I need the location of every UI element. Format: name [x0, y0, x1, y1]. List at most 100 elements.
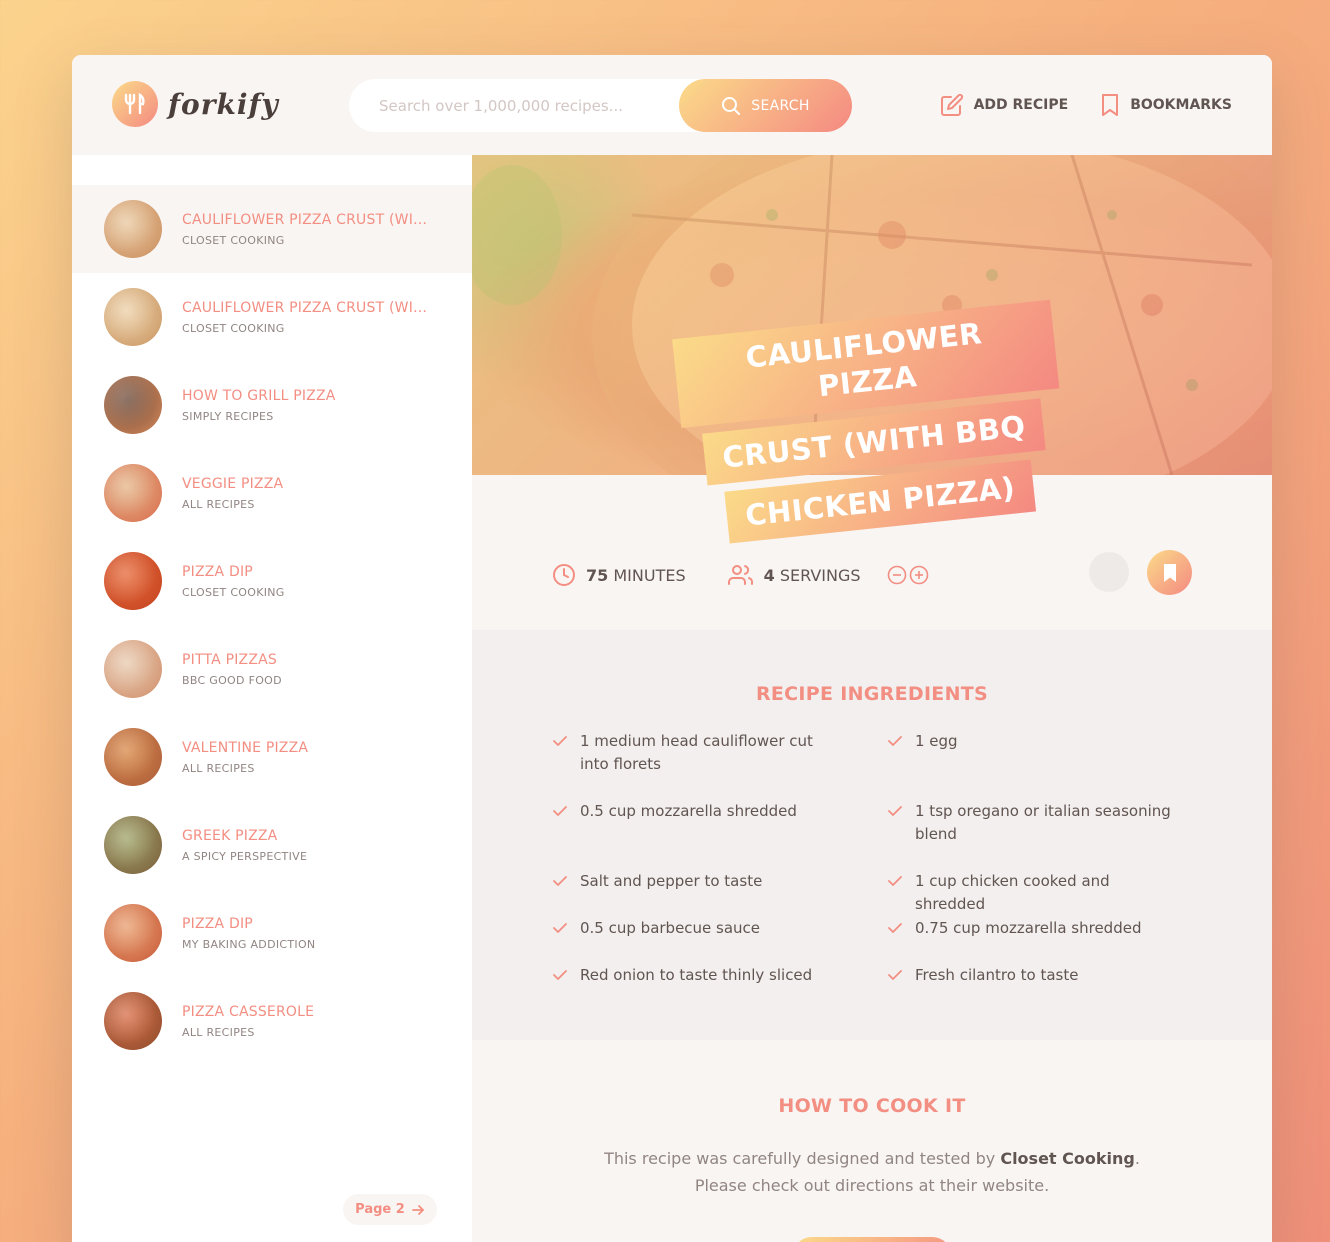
check-icon	[888, 876, 902, 886]
search-icon	[722, 96, 741, 115]
result-image	[104, 640, 162, 698]
servings-controls	[887, 565, 929, 585]
servings: 4 SERVINGS	[727, 563, 929, 587]
result-image	[104, 200, 162, 258]
result-item[interactable]: PIZZA DIP MY BAKING ADDICTION	[72, 889, 472, 977]
header: forkify SEARCH ADD RECIPE	[72, 55, 1272, 155]
result-text: PITTA PIZZAS BBC GOOD FOOD	[182, 652, 282, 687]
pagination-next-button[interactable]: Page 2	[343, 1194, 437, 1225]
directions-button[interactable]	[792, 1237, 952, 1242]
increase-servings-icon[interactable]	[909, 565, 929, 585]
ingredient-text: 1 egg	[915, 732, 958, 750]
result-text: PIZZA CASSEROLE ALL RECIPES	[182, 1004, 314, 1039]
logo-text: forkify	[168, 87, 279, 121]
result-title: PIZZA DIP	[182, 563, 253, 580]
edit-icon	[940, 93, 963, 116]
recipe-title: CAULIFLOWER PIZZA CRUST (WITH BBQ CHICKE…	[672, 296, 1073, 552]
result-item[interactable]: VALENTINE PIZZA ALL RECIPES	[72, 713, 472, 801]
directions-publisher: Closet Cooking	[1000, 1149, 1135, 1168]
result-image	[104, 904, 162, 962]
check-icon	[888, 970, 902, 980]
ingredient-item: 0.75 cup mozzarella shredded	[887, 917, 1212, 964]
result-text: PIZZA DIP CLOSET COOKING	[182, 564, 285, 599]
result-item[interactable]: CAULIFLOWER PIZZA CRUST (WITH BBQ CHICKE…	[72, 185, 472, 273]
result-item[interactable]: PIZZA CASSEROLE ALL RECIPES	[72, 977, 472, 1065]
recipe: CAULIFLOWER PIZZA CRUST (WITH BBQ CHICKE…	[472, 155, 1272, 1242]
result-image	[104, 376, 162, 434]
result-item[interactable]: PIZZA DIP CLOSET COOKING	[72, 537, 472, 625]
result-item[interactable]: VEGGIE PIZZA ALL RECIPES	[72, 449, 472, 537]
result-image	[104, 552, 162, 610]
directions-text: This recipe was carefully designed and t…	[592, 1145, 1152, 1199]
ingredient-item: 0.5 cup barbecue sauce	[552, 917, 887, 964]
app-container: forkify SEARCH ADD RECIPE	[72, 55, 1272, 1242]
result-text: PIZZA DIP MY BAKING ADDICTION	[182, 916, 315, 951]
result-publisher: CLOSET COOKING	[182, 233, 285, 247]
add-recipe-button[interactable]: ADD RECIPE	[940, 93, 1068, 117]
check-icon	[553, 923, 567, 933]
check-icon	[553, 970, 567, 980]
result-publisher: ALL RECIPES	[182, 761, 255, 775]
result-item[interactable]: PITTA PIZZAS BBC GOOD FOOD	[72, 625, 472, 713]
nav: ADD RECIPE BOOKMARKS	[940, 93, 1232, 117]
ingredient-text: Salt and pepper to taste	[580, 872, 763, 890]
result-publisher: ALL RECIPES	[182, 497, 255, 511]
result-item[interactable]: GREEK PIZZA A SPICY PERSPECTIVE	[72, 801, 472, 889]
result-image	[104, 992, 162, 1050]
decrease-servings-icon[interactable]	[887, 565, 907, 585]
ingredients-heading: RECIPE INGREDIENTS	[755, 683, 989, 705]
results-list: CAULIFLOWER PIZZA CRUST (WITH BBQ CHICKE…	[72, 185, 472, 1065]
logo[interactable]: forkify	[112, 81, 279, 127]
ingredient-text: 1 cup chicken cooked and shredded	[915, 872, 1110, 913]
bookmarks-button[interactable]: BOOKMARKS	[1100, 93, 1232, 117]
result-text: CAULIFLOWER PIZZA CRUST (WITH BBQ CHICKE…	[182, 212, 432, 247]
ingredient-list: 1 medium head cauliflower cut into flore…	[552, 730, 1212, 1011]
check-icon	[553, 806, 567, 816]
cooking-time-unit: MINUTES	[613, 565, 686, 585]
ingredient-text: Red onion to taste thinly sliced	[580, 966, 813, 984]
result-publisher: A SPICY PERSPECTIVE	[182, 849, 308, 863]
result-text: HOW TO GRILL PIZZA SIMPLY RECIPES	[182, 388, 336, 423]
recipe-directions: HOW TO COOK IT This recipe was carefully…	[472, 1040, 1272, 1242]
cooking-time-value: 75	[586, 565, 609, 585]
pagination-next-label: Page 2	[355, 1202, 405, 1217]
ingredient-text: 1 medium head cauliflower cut into flore…	[580, 732, 813, 773]
ingredient-text: 1 tsp oregano or italian seasoning blend	[915, 802, 1171, 843]
check-icon	[553, 736, 567, 746]
result-publisher: SIMPLY RECIPES	[182, 409, 274, 423]
result-image	[104, 816, 162, 874]
servings-unit: SERVINGS	[779, 565, 861, 585]
bookmark-recipe-button[interactable]	[1147, 550, 1192, 595]
ingredient-item: Fresh cilantro to taste	[887, 964, 1212, 1011]
search-button[interactable]: SEARCH	[679, 79, 852, 132]
result-title: PIZZA DIP	[182, 915, 253, 932]
result-text: VALENTINE PIZZA ALL RECIPES	[182, 740, 308, 775]
ingredient-item: 1 cup chicken cooked and shredded	[887, 870, 1212, 917]
search-form: SEARCH	[349, 79, 852, 132]
result-title: CAULIFLOWER PIZZA CRUST (WITH BBQ CHICKE…	[182, 299, 432, 316]
result-title: PIZZA CASSEROLE	[182, 1003, 315, 1020]
ingredient-item: Red onion to taste thinly sliced	[552, 964, 887, 1011]
search-input[interactable]	[379, 96, 679, 115]
result-publisher: CLOSET COOKING	[182, 321, 285, 335]
check-icon	[888, 736, 902, 746]
result-text: GREEK PIZZA A SPICY PERSPECTIVE	[182, 828, 307, 863]
result-publisher: MY BAKING ADDICTION	[182, 937, 316, 951]
user-generated-badge	[1089, 552, 1129, 592]
ingredient-item: 1 medium head cauliflower cut into flore…	[552, 730, 887, 800]
result-text: VEGGIE PIZZA ALL RECIPES	[182, 476, 283, 511]
result-title: HOW TO GRILL PIZZA	[182, 387, 336, 404]
ingredient-text: 0.5 cup barbecue sauce	[580, 919, 761, 937]
ingredient-item: 1 tsp oregano or italian seasoning blend	[887, 800, 1212, 870]
servings-value: 4	[763, 565, 775, 585]
ingredient-item: Salt and pepper to taste	[552, 870, 887, 917]
result-title: VALENTINE PIZZA	[182, 739, 309, 756]
result-item[interactable]: HOW TO GRILL PIZZA SIMPLY RECIPES	[72, 361, 472, 449]
check-icon	[553, 876, 567, 886]
check-icon	[888, 923, 902, 933]
result-item[interactable]: CAULIFLOWER PIZZA CRUST (WITH BBQ CHICKE…	[72, 273, 472, 361]
ingredient-item: 0.5 cup mozzarella shredded	[552, 800, 887, 870]
result-text: CAULIFLOWER PIZZA CRUST (WITH BBQ CHICKE…	[182, 300, 432, 335]
result-image	[104, 288, 162, 346]
result-title: CAULIFLOWER PIZZA CRUST (WITH BBQ CHICKE…	[182, 211, 432, 228]
